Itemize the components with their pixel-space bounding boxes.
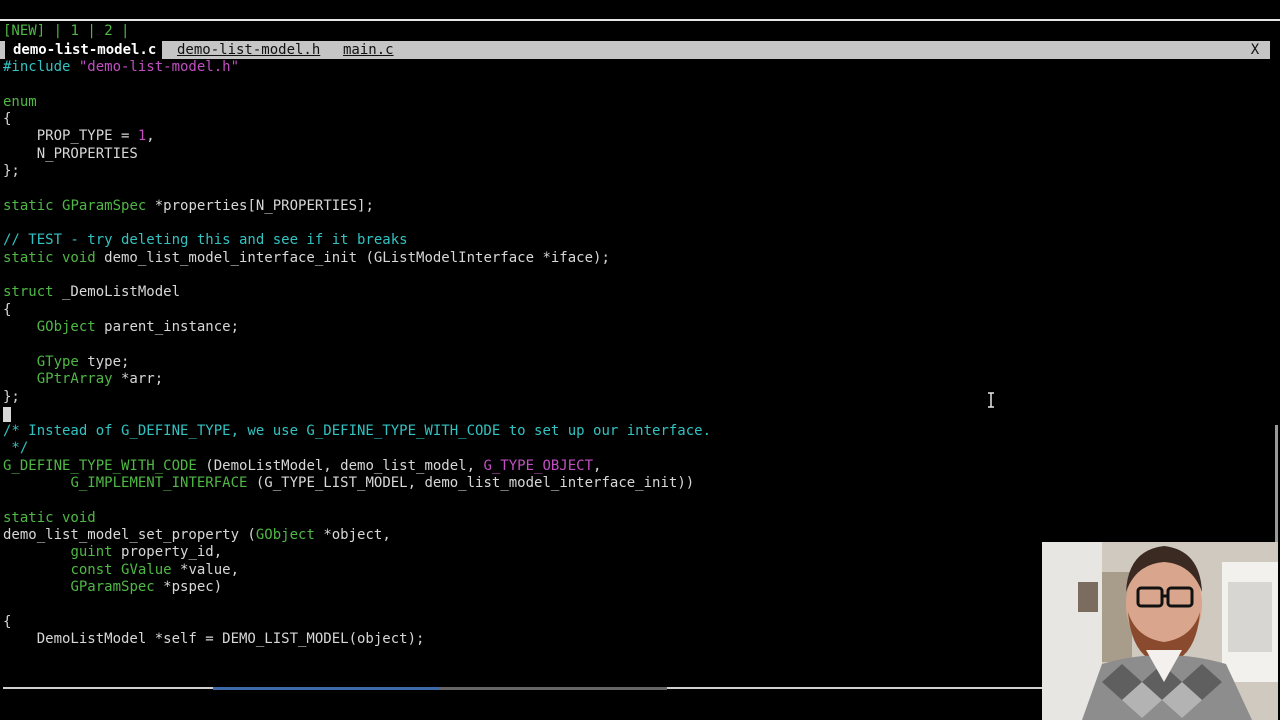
code-line-20: }; [3,389,20,405]
code-line-19: GPtrArray *arr; [36,371,164,387]
code-line-33: { [3,614,12,630]
code-line-6: N_PROPERTIES [3,146,138,162]
top-rule [0,19,1280,21]
tab-demo-list-model-c[interactable]: demo-list-model.c [5,41,163,59]
code-line-29: guint property_id, [70,544,223,560]
code-line-3: enum [3,94,37,110]
webcam-overlay [1042,542,1278,720]
presenter-video-image [1042,542,1278,720]
code-line-16: GObject parent_instance; [36,319,240,335]
tab-main-c[interactable]: main.c [343,41,394,59]
code-line-23: */ [3,440,29,456]
code-line-7: }; [3,163,20,179]
code-line-24: G_DEFINE_TYPE_WITH_CODE (DemoListModel, … [3,458,602,474]
code-line-18: GType type; [36,354,130,370]
code-line-25: G_IMPLEMENT_INTERFACE (G_TYPE_LIST_MODEL… [70,475,695,491]
code-line-11: // TEST - try deleting this and see if i… [3,232,408,248]
tmux-status-bar: [NEW] | 1 | 2 | [3,23,130,39]
code-line-15: { [3,302,12,318]
tab-demo-list-model-h[interactable]: demo-list-model.h [177,41,320,59]
tmux-window-1[interactable]: 1 [70,23,78,39]
code-line-28: demo_list_model_set_property (GObject *o… [3,527,391,543]
ibeam-cursor-icon [988,392,994,408]
tmux-new-label[interactable]: [NEW] [3,23,45,39]
code-line-5: PROP_TYPE = 1, [3,128,155,144]
horizontal-scrollbar-thumb[interactable] [213,687,440,690]
horizontal-scrollbar-track [440,687,667,690]
code-line-31: GParamSpec *pspec) [70,579,223,595]
close-tab-icon[interactable]: X [1250,41,1260,59]
screen: [NEW] | 1 | 2 | demo-list-model.c demo-l… [0,0,1280,720]
code-line-4: { [3,111,12,127]
editor-tabbar: demo-list-model.c demo-list-model.h main… [0,41,1270,59]
tmux-window-2[interactable]: 2 [104,23,112,39]
code-line-30: const GValue *value, [70,562,240,578]
code-line-34: DemoListModel *self = DEMO_LIST_MODEL(ob… [3,631,425,647]
code-line-9: static GParamSpec *properties[N_PROPERTI… [3,198,374,214]
code-line-1: #include "demo-list-model.h" [3,59,240,75]
code-line-12: static void demo_list_model_interface_in… [3,250,610,266]
code-line-22: /* Instead of G_DEFINE_TYPE, we use G_DE… [3,423,712,439]
code-line-14: struct _DemoListModel [3,284,181,300]
text-cursor [3,406,11,423]
code-line-27: static void [3,510,96,526]
